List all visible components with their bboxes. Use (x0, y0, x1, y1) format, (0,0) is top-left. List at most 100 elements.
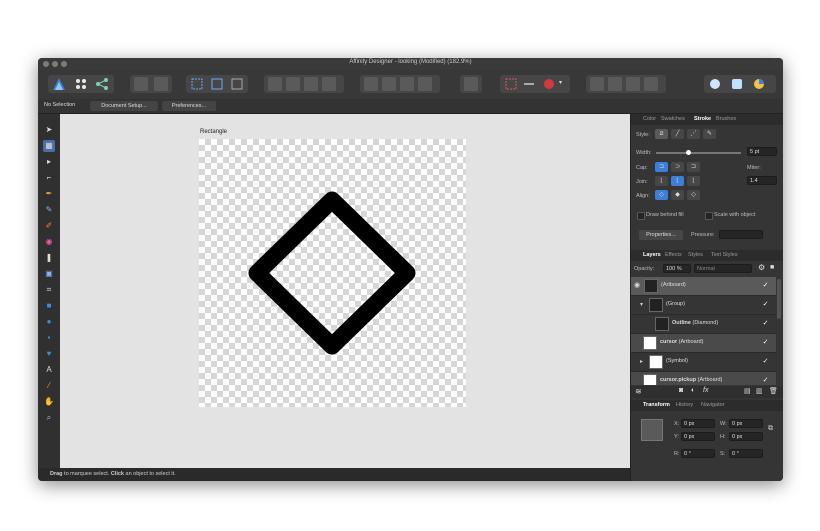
align-button[interactable] (464, 77, 478, 91)
pen-tool-icon[interactable]: ✒ (43, 188, 55, 200)
solid-line-icon[interactable]: ╱ (671, 129, 684, 139)
layer-row[interactable]: cursor (Artboard) ✓ (631, 334, 776, 353)
layer-visible-checkbox[interactable]: ✓ (761, 376, 770, 385)
properties-button[interactable]: Properties... (639, 230, 683, 240)
adjustment-icon[interactable]: ◐ (691, 387, 695, 394)
anchor-selector[interactable] (641, 419, 663, 441)
duplicate-layer-icon[interactable]: ▥ (756, 387, 763, 395)
brush-tool-icon[interactable]: ✐ (43, 220, 55, 232)
place-image-tool-icon[interactable]: ▣ (43, 268, 55, 280)
tab-navigator[interactable]: Navigator (701, 402, 725, 408)
fx-icon[interactable]: fx (703, 387, 708, 394)
tab-layers[interactable]: Layers (643, 252, 661, 258)
layer-stack-icon[interactable]: ≋ (635, 387, 642, 396)
width-slider[interactable] (656, 150, 741, 155)
snapping-button[interactable] (154, 77, 168, 91)
divide-button[interactable] (644, 77, 658, 91)
intersect-button[interactable] (626, 77, 640, 91)
heart-shape-tool-icon[interactable]: ♥ (43, 348, 55, 360)
node-tool-icon[interactable]: ▸ (43, 156, 55, 168)
snapping-magnet-icon[interactable] (542, 77, 556, 91)
rounded-rectangle-tool-icon[interactable]: ▪ (43, 332, 55, 344)
layer-visible-checkbox[interactable]: ✓ (761, 338, 770, 347)
miter-field[interactable]: 1.4 (747, 176, 777, 185)
tab-history[interactable]: History (676, 402, 693, 408)
align-outside-icon[interactable]: ◇ (687, 190, 700, 200)
move-back-button[interactable] (268, 77, 282, 91)
move-tool-icon[interactable]: ➤ (43, 124, 55, 136)
bevel-join-icon[interactable]: ⌊ (687, 176, 700, 186)
dash-line-icon[interactable]: ⋰ (687, 129, 700, 139)
tab-brushes[interactable]: Brushes (716, 116, 736, 122)
fill-tool-icon[interactable]: ◉ (43, 236, 55, 248)
snapping-options-icon[interactable] (522, 77, 536, 91)
butt-cap-icon[interactable]: ⊐ (655, 162, 668, 172)
layer-row[interactable]: ▸ (Symbol) ✓ (631, 353, 776, 372)
document-setup-button[interactable]: Document Setup... (90, 101, 158, 111)
trash-icon[interactable]: 🗑 (769, 387, 778, 395)
chevron-down-icon[interactable]: ▾ (640, 301, 643, 308)
designer-persona-icon[interactable] (52, 77, 66, 91)
ellipse-tool-icon[interactable]: ● (43, 316, 55, 328)
pencil-tool-icon[interactable]: ✎ (43, 204, 55, 216)
subtract-button[interactable] (608, 77, 622, 91)
layer-visible-checkbox[interactable]: ✓ (761, 300, 770, 309)
square-cap-icon[interactable]: ⊐ (687, 162, 700, 172)
tab-swatches[interactable]: Swatches (661, 116, 685, 122)
layer-visible-checkbox[interactable]: ✓ (761, 281, 770, 290)
rotate-left-button[interactable] (400, 77, 414, 91)
canvas-area[interactable]: Rectangle (60, 114, 630, 468)
y-field[interactable]: 0 px (681, 432, 715, 441)
miter-join-icon[interactable]: ⌊ (655, 176, 668, 186)
view-mode-button[interactable] (134, 77, 148, 91)
zoom-tool-icon[interactable]: ⌕ (43, 412, 55, 424)
visibility-icon[interactable]: ◉ (634, 281, 640, 289)
round-join-icon[interactable]: ⌊ (671, 176, 684, 186)
deselect-icon[interactable] (210, 77, 224, 91)
texture-line-icon[interactable]: ✎ (703, 129, 716, 139)
align-center-icon[interactable]: ◇ (655, 190, 668, 200)
tab-stroke[interactable]: Stroke (694, 116, 711, 122)
opacity-field[interactable]: 100 % (663, 264, 691, 273)
tab-text-styles[interactable]: Text Styles (711, 252, 738, 258)
to-back-button[interactable] (322, 77, 336, 91)
align-inside-icon[interactable]: ◆ (671, 190, 684, 200)
mask-icon[interactable]: ◙ (679, 387, 683, 394)
diamond-shape[interactable] (199, 139, 466, 407)
chevron-right-icon[interactable]: ▸ (640, 358, 643, 365)
width-field[interactable]: 5 pt (747, 147, 777, 156)
flip-vertical-button[interactable] (382, 77, 396, 91)
invert-selection-icon[interactable] (230, 77, 244, 91)
blend-mode-select[interactable]: Normal (694, 264, 752, 273)
width-slider-knob[interactable] (685, 150, 691, 155)
crop-tool-icon[interactable]: ⌗ (43, 284, 55, 296)
rotation-field[interactable]: 0 ° (681, 449, 715, 458)
move-forward-button[interactable] (286, 77, 300, 91)
artboard-tool-icon[interactable]: ▦ (43, 140, 55, 152)
layer-visible-checkbox[interactable]: ✓ (761, 319, 770, 328)
flip-horizontal-button[interactable] (364, 77, 378, 91)
transparency-tool-icon[interactable]: ❚ (43, 252, 55, 264)
export-persona-icon[interactable] (95, 77, 109, 91)
text-tool-icon[interactable]: A (43, 364, 55, 376)
shear-field[interactable]: 0 ° (729, 449, 763, 458)
tab-color[interactable]: Color (643, 116, 656, 122)
lock-icon[interactable]: ■ (770, 264, 774, 271)
scale-with-object-checkbox[interactable] (705, 212, 713, 220)
rotate-right-button[interactable] (418, 77, 432, 91)
gear-icon[interactable]: ⚙ (758, 263, 765, 272)
no-stroke-icon[interactable]: ⧄ (655, 129, 668, 139)
corner-tool-icon[interactable]: ⌐ (43, 172, 55, 184)
layers-scrollbar[interactable] (777, 279, 781, 319)
pressure-graph[interactable] (719, 230, 763, 239)
preferences-icon[interactable] (730, 77, 744, 91)
h-field[interactable]: 0 px (729, 432, 763, 441)
pixel-persona-icon[interactable] (74, 77, 88, 91)
layer-row[interactable]: ▾ (Group) ✓ (631, 296, 776, 315)
tab-transform[interactable]: Transform (643, 402, 670, 408)
draw-behind-fill-checkbox[interactable] (637, 212, 645, 220)
assistant-icon[interactable] (708, 77, 722, 91)
layer-visible-checkbox[interactable]: ✓ (761, 357, 770, 366)
layer-row[interactable]: ◉ (Artboard) ✓ (631, 277, 776, 296)
chevron-down-icon[interactable]: ▾ (559, 79, 562, 86)
